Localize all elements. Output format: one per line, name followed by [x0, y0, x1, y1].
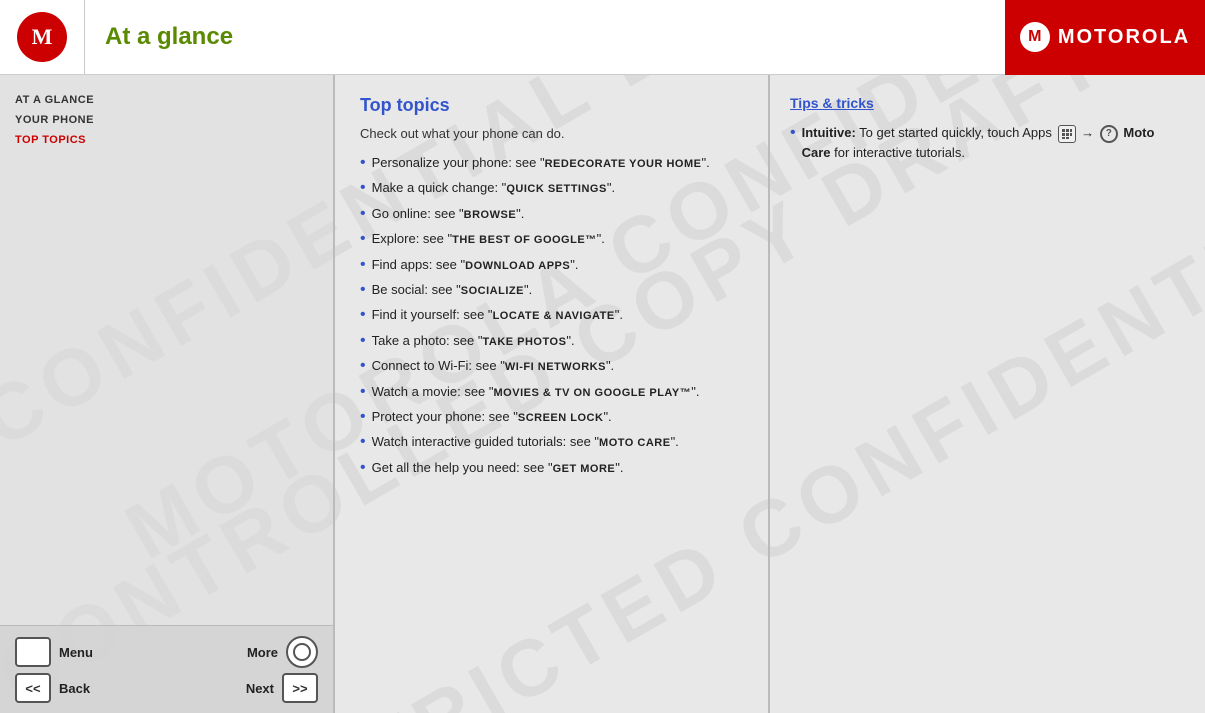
motorola-circle-icon: M	[17, 12, 67, 62]
list-item: • Personalize your phone: see "REDECORAT…	[360, 153, 743, 172]
bullet-icon: •	[360, 229, 366, 248]
list-item: • Connect to Wi-Fi: see "WI-FI NETWORKS"…	[360, 356, 743, 375]
brand-m-icon: M	[1020, 22, 1050, 52]
bullet-icon: •	[360, 407, 366, 426]
menu-label: Menu	[59, 645, 93, 660]
bullet-icon: •	[360, 153, 366, 172]
header: M At a glance M MOTOROLA	[0, 0, 1205, 75]
list-item: • Find it yourself: see "LOCATE & NAVIGA…	[360, 305, 743, 324]
list-item: • Get all the help you need: see "GET MO…	[360, 458, 743, 477]
list-item: • Take a photo: see "TAKE PHOTOS".	[360, 331, 743, 350]
controls-row-1: Menu More	[15, 636, 318, 668]
right-panel: Tips & tricks • Intuitive: To get starte…	[770, 75, 1205, 713]
more-control: More	[247, 636, 318, 668]
back-button[interactable]: <<	[15, 673, 51, 703]
sidebar-item-at-a-glance[interactable]: AT A GLANCE	[0, 90, 333, 110]
list-item: • Protect your phone: see "SCREEN LOCK".	[360, 407, 743, 426]
topics-section: Top topics Check out what your phone can…	[335, 75, 768, 713]
tips-title: Tips & tricks	[790, 95, 1185, 111]
page-title: At a glance	[85, 23, 233, 51]
main-content: Top topics Check out what your phone can…	[335, 75, 770, 713]
list-item: • Be social: see "SOCIALIZE".	[360, 280, 743, 299]
topics-title: Top topics	[360, 95, 743, 116]
next-label: Next	[246, 681, 274, 696]
content-area: AT A GLANCE YOUR PHONE TOP TOPICS Menu	[0, 75, 1205, 713]
next-button[interactable]: >>	[282, 673, 318, 703]
tips-list-item: • Intuitive: To get started quickly, tou…	[790, 121, 1185, 162]
motorola-logo: M	[0, 0, 85, 75]
topics-subtitle: Check out what your phone can do.	[360, 126, 743, 141]
sidebar-controls: Menu More << Back Next	[0, 625, 333, 713]
tips-list: • Intuitive: To get started quickly, tou…	[790, 121, 1185, 162]
bullet-icon: •	[360, 331, 366, 350]
list-item: • Watch a movie: see "MOVIES & TV ON GOO…	[360, 382, 743, 401]
bullet-icon: •	[360, 204, 366, 223]
back-label: Back	[59, 681, 90, 696]
tip-bold-label: Intuitive:	[802, 125, 856, 140]
more-label: More	[247, 645, 278, 660]
menu-button[interactable]	[15, 637, 51, 667]
tip-text: Intuitive: To get started quickly, touch…	[802, 123, 1185, 162]
sidebar-item-your-phone[interactable]: YOUR PHONE	[0, 110, 333, 130]
next-control: Next >>	[246, 673, 318, 703]
list-item: • Watch interactive guided tutorials: se…	[360, 432, 743, 451]
bullet-icon: •	[360, 255, 366, 274]
bullet-icon: •	[360, 356, 366, 375]
apps-grid-icon	[1058, 125, 1076, 143]
sidebar-item-top-topics[interactable]: TOP TOPICS	[0, 130, 333, 150]
list-item: • Make a quick change: "QUICK SETTINGS".	[360, 178, 743, 197]
bullet-icon: •	[360, 432, 366, 451]
list-item: • Go online: see "BROWSE".	[360, 204, 743, 223]
more-button[interactable]	[286, 636, 318, 668]
bullet-icon: •	[360, 458, 366, 477]
brand-name: MOTOROLA	[1058, 26, 1190, 49]
sidebar-nav: AT A GLANCE YOUR PHONE TOP TOPICS	[0, 75, 333, 625]
topics-list: • Personalize your phone: see "REDECORAT…	[360, 153, 743, 477]
sidebar: AT A GLANCE YOUR PHONE TOP TOPICS Menu	[0, 75, 335, 713]
moto-care-circle-icon: ?	[1100, 125, 1118, 143]
list-item: • Find apps: see "DOWNLOAD APPS".	[360, 255, 743, 274]
menu-control: Menu	[15, 637, 93, 667]
back-control: << Back	[15, 673, 90, 703]
list-item: • Explore: see "THE BEST OF GOOGLE™".	[360, 229, 743, 248]
page: M At a glance M MOTOROLA AT A GLANCE YOU…	[0, 0, 1205, 713]
brand-header: M MOTOROLA	[1005, 0, 1205, 75]
bullet-icon: •	[360, 178, 366, 197]
bullet-icon: •	[360, 382, 366, 401]
brand-logo: M MOTOROLA	[1020, 22, 1190, 52]
tips-bullet-icon: •	[790, 121, 796, 145]
controls-row-2: << Back Next >>	[15, 673, 318, 703]
bullet-icon: •	[360, 305, 366, 324]
bullet-icon: •	[360, 280, 366, 299]
more-circle-icon	[293, 643, 311, 661]
